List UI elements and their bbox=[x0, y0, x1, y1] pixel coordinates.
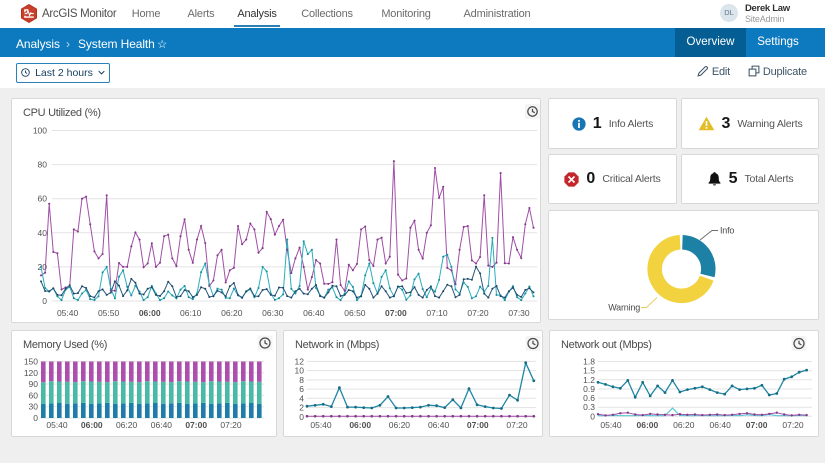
svg-text:07:20: 07:20 bbox=[782, 420, 804, 430]
svg-text:06:10: 06:10 bbox=[180, 308, 202, 318]
svg-text:0: 0 bbox=[590, 411, 595, 421]
svg-text:10: 10 bbox=[295, 366, 305, 376]
svg-text:4: 4 bbox=[299, 393, 304, 403]
svg-text:0.6: 0.6 bbox=[583, 393, 595, 403]
svg-text:100: 100 bbox=[33, 126, 47, 136]
svg-text:1.8: 1.8 bbox=[583, 357, 595, 367]
svg-text:90: 90 bbox=[29, 379, 39, 389]
svg-text:07:00: 07:00 bbox=[185, 420, 207, 430]
svg-text:07:20: 07:20 bbox=[220, 420, 242, 430]
svg-text:07:10: 07:10 bbox=[426, 308, 448, 318]
svg-text:06:50: 06:50 bbox=[344, 308, 366, 318]
svg-text:06:00: 06:00 bbox=[637, 420, 659, 430]
svg-text:05:40: 05:40 bbox=[310, 420, 332, 430]
svg-text:06:40: 06:40 bbox=[710, 420, 732, 430]
svg-text:06:20: 06:20 bbox=[673, 420, 695, 430]
svg-text:Info: Info bbox=[720, 226, 734, 236]
svg-text:06:20: 06:20 bbox=[116, 420, 138, 430]
svg-text:07:20: 07:20 bbox=[467, 308, 489, 318]
svg-text:06:40: 06:40 bbox=[151, 420, 173, 430]
svg-text:05:50: 05:50 bbox=[98, 308, 120, 318]
svg-text:40: 40 bbox=[38, 228, 48, 238]
svg-text:06:20: 06:20 bbox=[389, 420, 411, 430]
svg-text:07:00: 07:00 bbox=[467, 420, 489, 430]
svg-text:80: 80 bbox=[38, 160, 48, 170]
svg-text:8: 8 bbox=[299, 375, 304, 385]
svg-text:Warning: Warning bbox=[608, 303, 640, 313]
svg-text:06:20: 06:20 bbox=[221, 308, 243, 318]
svg-text:120: 120 bbox=[24, 368, 38, 378]
svg-text:6: 6 bbox=[299, 384, 304, 394]
svg-text:60: 60 bbox=[29, 390, 39, 400]
svg-text:07:00: 07:00 bbox=[746, 420, 768, 430]
svg-text:07:20: 07:20 bbox=[506, 420, 528, 430]
svg-text:1.5: 1.5 bbox=[583, 366, 595, 376]
svg-text:0: 0 bbox=[42, 296, 47, 306]
svg-text:05:40: 05:40 bbox=[46, 420, 68, 430]
svg-text:0.3: 0.3 bbox=[583, 402, 595, 412]
svg-text:06:40: 06:40 bbox=[303, 308, 325, 318]
svg-text:05:40: 05:40 bbox=[57, 308, 79, 318]
svg-text:2: 2 bbox=[299, 403, 304, 413]
svg-text:0.9: 0.9 bbox=[583, 384, 595, 394]
svg-text:12: 12 bbox=[295, 356, 305, 366]
svg-text:05:40: 05:40 bbox=[600, 420, 622, 430]
svg-text:60: 60 bbox=[38, 194, 48, 204]
svg-text:06:00: 06:00 bbox=[81, 420, 103, 430]
svg-text:150: 150 bbox=[24, 357, 38, 367]
svg-text:0: 0 bbox=[299, 412, 304, 422]
svg-text:07:00: 07:00 bbox=[385, 308, 407, 318]
svg-text:06:30: 06:30 bbox=[262, 308, 284, 318]
svg-text:06:00: 06:00 bbox=[349, 420, 371, 430]
svg-text:1.2: 1.2 bbox=[583, 375, 595, 385]
svg-text:0: 0 bbox=[33, 413, 38, 423]
svg-text:30: 30 bbox=[29, 402, 39, 412]
svg-text:07:30: 07:30 bbox=[508, 308, 530, 318]
svg-text:06:00: 06:00 bbox=[139, 308, 161, 318]
svg-text:06:40: 06:40 bbox=[428, 420, 450, 430]
